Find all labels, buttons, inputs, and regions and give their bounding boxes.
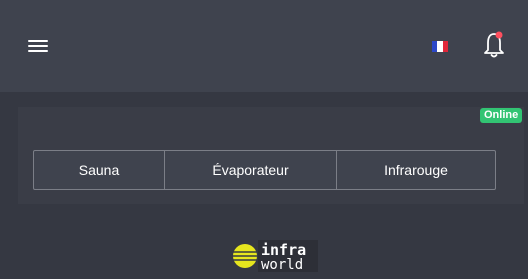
tab-evaporateur[interactable]: Évaporateur: [165, 151, 337, 189]
device-tabs: Sauna Évaporateur Infrarouge: [33, 150, 496, 190]
tab-sauna[interactable]: Sauna: [34, 151, 165, 189]
menu-line: [28, 50, 48, 52]
menu-line: [28, 40, 48, 42]
bell-icon[interactable]: [482, 28, 506, 60]
top-bar: [0, 0, 528, 92]
menu-line: [28, 45, 48, 47]
logo-text-line2: world: [261, 257, 303, 273]
flag-stripe-red: [442, 41, 448, 52]
tab-infrarouge[interactable]: Infrarouge: [337, 151, 495, 189]
status-badge: Online: [480, 108, 523, 123]
infraworld-logo: infra world: [233, 240, 318, 273]
france-flag-icon[interactable]: [432, 41, 448, 52]
hamburger-menu-icon[interactable]: [28, 38, 48, 54]
notification-dot: [495, 31, 503, 39]
